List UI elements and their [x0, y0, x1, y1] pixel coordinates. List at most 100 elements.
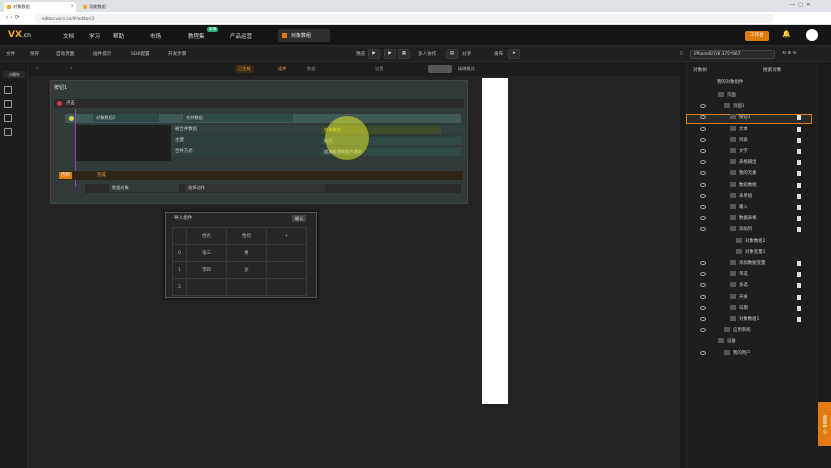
- nav-help[interactable]: 帮助: [113, 32, 124, 40]
- toolbar-dev[interactable]: 开发步骤: [168, 51, 186, 57]
- subbar-precision[interactable]: 精确模式: [458, 66, 475, 72]
- workbench-button[interactable]: 工作台: [745, 31, 769, 41]
- lock-icon[interactable]: [797, 294, 801, 300]
- subbar-active[interactable]: 已生效: [235, 65, 254, 73]
- subbar-settings[interactable]: 设置: [375, 66, 383, 72]
- lock-icon[interactable]: [797, 216, 801, 222]
- tree-item[interactable]: 开关: [730, 293, 748, 302]
- logic-icon[interactable]: [4, 114, 12, 122]
- else-row[interactable]: 否则 完成: [59, 171, 463, 180]
- param-row-1[interactable]: 被合并数组 对象数组: [171, 125, 465, 134]
- toolbar-share[interactable]: 分享: [462, 51, 471, 57]
- browser-tab-active[interactable]: 对象数组 ×: [4, 2, 76, 12]
- url-field[interactable]: editor.vxcn.cn/#/editor/3: [34, 14, 774, 23]
- toolbar-file[interactable]: 文件: [6, 51, 15, 57]
- tree-item[interactable]: 页面: [718, 91, 736, 100]
- else-action-row[interactable]: 数据对象 选择动作: [85, 184, 461, 193]
- action-method[interactable]: 合并数组: [183, 114, 293, 122]
- toolbar-auto-page[interactable]: 自动页面: [56, 51, 74, 57]
- eye-icon[interactable]: [700, 317, 706, 321]
- toolbar-right-icons[interactable]: ⟲ ⊕ ⊖: [782, 51, 796, 56]
- play-alt-icon[interactable]: ▶: [384, 49, 396, 59]
- table-cell[interactable]: [226, 278, 267, 296]
- bell-icon[interactable]: 🔔: [782, 30, 791, 38]
- close-icon[interactable]: ×: [70, 3, 74, 8]
- add-column-icon[interactable]: +: [266, 227, 307, 245]
- layout-icon[interactable]: ▤: [446, 49, 458, 59]
- tree-item[interactable]: 我的用户: [724, 349, 751, 358]
- browser-tab[interactable]: 功能数组: [80, 2, 152, 12]
- phone-preview[interactable]: [482, 78, 508, 404]
- subbar-data[interactable]: 数据: [307, 66, 315, 72]
- action-object[interactable]: 对象数组1: [93, 114, 159, 122]
- tree-item[interactable]: 我的元素: [730, 169, 757, 178]
- toolbar-plugin[interactable]: 插件提示: [93, 51, 111, 57]
- table-cell[interactable]: 李四: [186, 261, 227, 279]
- toolbar-save[interactable]: 保存: [30, 51, 39, 57]
- eye-icon[interactable]: [700, 350, 706, 355]
- tree-root[interactable]: 我的对象组件: [717, 79, 743, 85]
- eye-icon[interactable]: [700, 261, 706, 265]
- tree-item[interactable]: 对象数组2: [736, 237, 765, 246]
- tree-item[interactable]: 数组数据: [730, 181, 757, 190]
- tree-item[interactable]: 对象变量1: [736, 248, 765, 257]
- lock-icon[interactable]: [797, 227, 801, 233]
- tree-item[interactable]: 页面1: [724, 102, 745, 111]
- tree-item[interactable]: 应用系统: [724, 326, 751, 335]
- lock-icon[interactable]: [797, 261, 801, 266]
- nav-docs[interactable]: 文档: [63, 32, 74, 40]
- lock-icon[interactable]: [797, 115, 801, 121]
- table-cell[interactable]: 男: [226, 244, 267, 262]
- lock-icon[interactable]: [797, 305, 801, 311]
- eye-icon[interactable]: [700, 149, 706, 153]
- window-controls[interactable]: — ▢ ✕: [790, 2, 810, 8]
- zoom-select[interactable]: [428, 65, 452, 73]
- lock-icon[interactable]: [797, 317, 801, 322]
- eye-icon[interactable]: [700, 193, 706, 198]
- tree-item[interactable]: 数据表格: [730, 214, 757, 223]
- else-action[interactable]: 选择动作: [185, 184, 325, 192]
- qr-icon[interactable]: ▦: [398, 49, 410, 59]
- param-row-3[interactable]: 合并方式 追加新增数据为增加: [171, 147, 465, 156]
- table-cell[interactable]: [186, 278, 227, 296]
- device-select[interactable]: iPhone6/7/8 375*667: [690, 50, 775, 59]
- device-icon[interactable]: ▯: [680, 51, 683, 56]
- tree-item[interactable]: 添加数据变量: [730, 259, 765, 268]
- event-row[interactable]: 点击: [54, 99, 464, 108]
- subbar-component[interactable]: 组件: [278, 66, 286, 72]
- tree-item[interactable]: 表格输出: [730, 158, 757, 167]
- table-header[interactable]: 姓名: [186, 227, 227, 245]
- eye-icon[interactable]: [700, 182, 706, 187]
- param-row-2[interactable]: 主键 姓名: [171, 136, 465, 145]
- tree-item[interactable]: 文字: [730, 147, 748, 156]
- tree-item[interactable]: 文本: [730, 125, 748, 134]
- nav-market[interactable]: 市场: [150, 32, 161, 40]
- nav-learn[interactable]: 学习: [89, 32, 100, 40]
- lock-icon[interactable]: [797, 149, 801, 154]
- tree-item[interactable]: 按钮1: [730, 113, 751, 122]
- lock-icon[interactable]: [797, 171, 801, 177]
- action-row[interactable]: 对象数组1 合并数组: [65, 114, 461, 123]
- toolbar-sdk[interactable]: SDK配置: [131, 51, 150, 57]
- eye-icon[interactable]: [700, 305, 706, 310]
- lock-icon[interactable]: [797, 272, 801, 278]
- tree-item[interactable]: 输入: [730, 203, 748, 212]
- tree-item[interactable]: 设备: [718, 337, 736, 346]
- lock-icon[interactable]: [797, 126, 801, 132]
- popup-confirm-button[interactable]: 确认: [292, 215, 307, 222]
- project-tab[interactable]: 对象数组: [278, 29, 330, 42]
- eye-icon[interactable]: [700, 126, 706, 131]
- tree-item[interactable]: 添加列: [730, 225, 752, 234]
- lock-icon[interactable]: [797, 205, 801, 210]
- toolbar-collab[interactable]: 多人协作: [418, 51, 436, 57]
- nav-tutorials[interactable]: 教程集: [188, 32, 205, 40]
- tree-item[interactable]: 多选: [730, 281, 748, 290]
- lock-icon[interactable]: [797, 160, 801, 166]
- table-cell[interactable]: 张三: [186, 244, 227, 262]
- tab-search-object[interactable]: 搜索对象: [763, 67, 781, 73]
- toolbar-preview[interactable]: 预览: [356, 51, 365, 57]
- logo[interactable]: VX.cn: [8, 30, 31, 40]
- tree-item[interactable]: 表单组: [730, 192, 752, 201]
- lock-icon[interactable]: [797, 283, 801, 289]
- tree-item[interactable]: 对象数组1: [730, 315, 759, 324]
